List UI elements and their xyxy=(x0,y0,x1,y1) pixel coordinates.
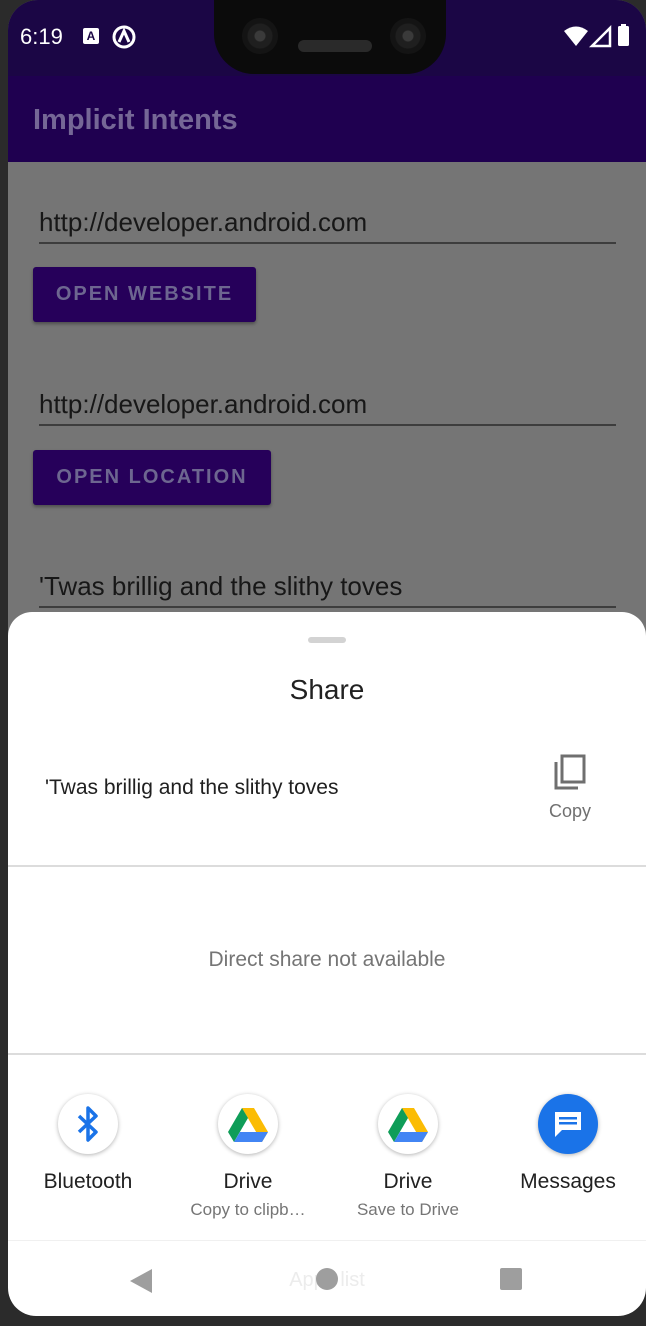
messages-icon xyxy=(538,1094,598,1154)
direct-share-message: Direct share not available xyxy=(208,948,446,971)
status-right-icons xyxy=(564,24,629,48)
a-box-icon: A xyxy=(83,28,99,44)
speaker-grille xyxy=(298,40,372,52)
signal-icon xyxy=(588,24,612,48)
share-target-messages[interactable]: Messages xyxy=(490,1094,646,1224)
google-drive-icon xyxy=(218,1094,278,1154)
camera-icon xyxy=(390,18,426,54)
location-field[interactable]: http://developer.android.com xyxy=(39,384,616,426)
share-sheet-title: Share xyxy=(289,674,365,705)
status-bar: 6:19 A xyxy=(8,0,646,76)
target-subtitle: Save to Drive xyxy=(356,1200,460,1219)
target-name: Bluetooth xyxy=(43,1170,133,1193)
target-subtitle: Copy to clipb… xyxy=(190,1200,306,1219)
wifi-icon xyxy=(564,26,588,46)
phone-screen: 6:19 A Implicit Intents http://developer… xyxy=(8,0,646,1316)
status-time: 6:19 xyxy=(20,24,63,49)
share-preview-text: 'Twas brillig and the slithy toves xyxy=(45,776,339,799)
google-drive-icon xyxy=(378,1094,438,1154)
back-icon[interactable] xyxy=(128,1267,154,1295)
bluetooth-icon xyxy=(58,1094,118,1154)
share-target-drive-save[interactable]: Drive Save to Drive xyxy=(330,1094,486,1224)
navigation-bar: Apps list xyxy=(8,1240,646,1316)
circle-a-icon xyxy=(112,25,136,49)
drag-handle[interactable] xyxy=(308,637,346,643)
open-website-button[interactable]: OPEN WEBSITE xyxy=(33,267,256,322)
target-name: Drive xyxy=(383,1170,433,1193)
open-location-button[interactable]: OPEN LOCATION xyxy=(33,450,271,505)
share-target-bluetooth[interactable]: Bluetooth xyxy=(10,1094,166,1224)
battery-icon xyxy=(618,26,629,46)
website-url-field[interactable]: http://developer.android.com xyxy=(39,202,616,244)
app-bar: Implicit Intents xyxy=(8,76,646,162)
share-sheet: Share 'Twas brillig and the slithy toves… xyxy=(8,612,646,1316)
camera-icon xyxy=(242,18,278,54)
home-icon[interactable] xyxy=(316,1268,338,1290)
app-title: Implicit Intents xyxy=(33,104,238,136)
divider xyxy=(8,865,646,867)
target-name: Messages xyxy=(520,1170,616,1193)
divider xyxy=(8,1053,646,1055)
camera-notch xyxy=(214,0,446,74)
copy-icon[interactable] xyxy=(553,754,587,790)
share-text-field[interactable]: 'Twas brillig and the slithy toves xyxy=(39,566,616,608)
recents-icon[interactable] xyxy=(500,1268,522,1290)
copy-label[interactable]: Copy xyxy=(530,801,610,822)
share-target-drive-copy[interactable]: Drive Copy to clipb… xyxy=(170,1094,326,1224)
target-name: Drive xyxy=(223,1170,273,1193)
